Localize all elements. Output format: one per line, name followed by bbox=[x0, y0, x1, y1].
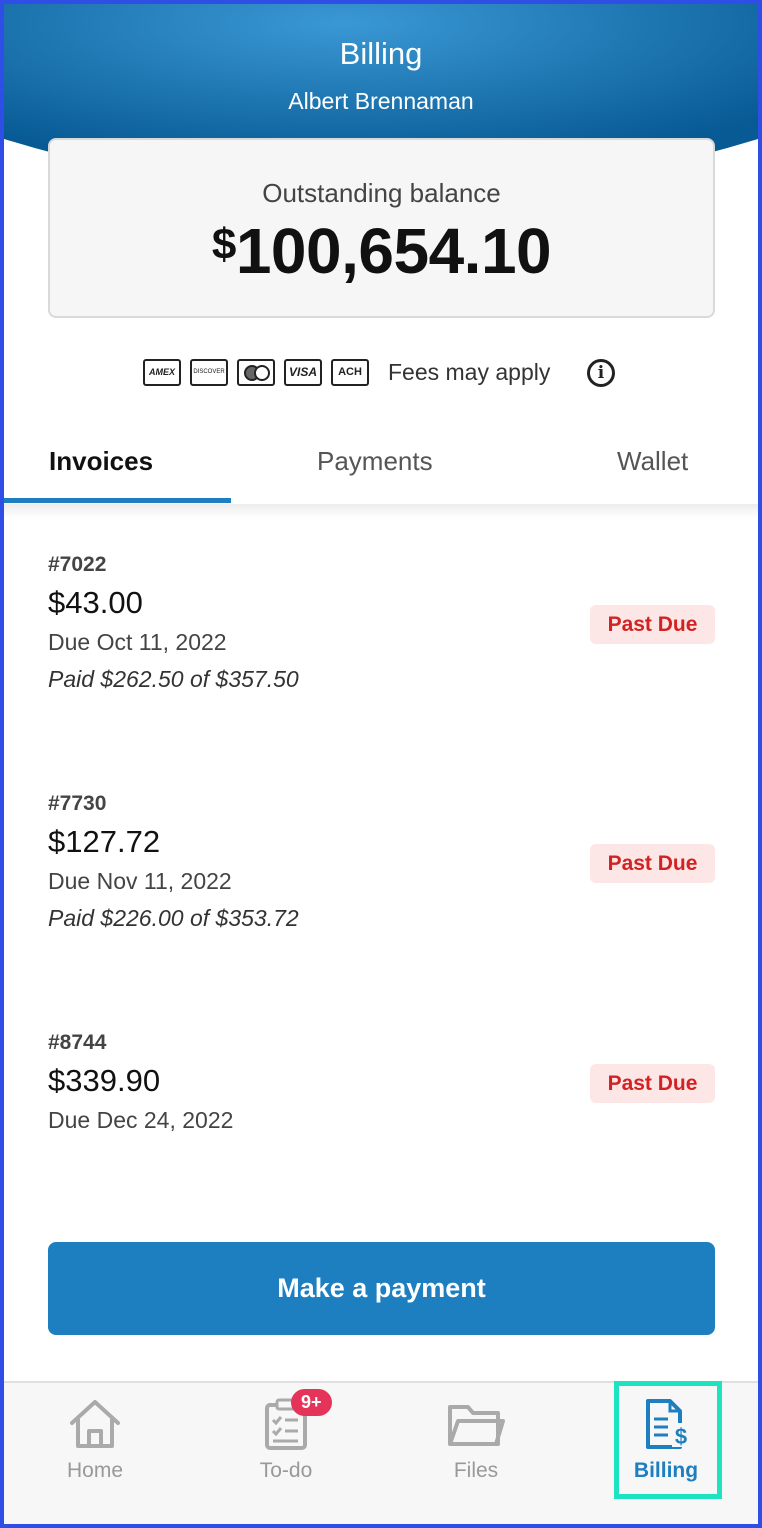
selected-nav-highlight bbox=[614, 1381, 722, 1499]
invoice-paid-progress: Paid $226.00 of $353.72 bbox=[48, 905, 299, 931]
balance-label: Outstanding balance bbox=[262, 178, 501, 208]
nav-files-label: Files bbox=[453, 1459, 499, 1482]
info-icon[interactable]: i bbox=[587, 359, 615, 387]
nav-home[interactable]: Home bbox=[40, 1397, 150, 1497]
invoice-item[interactable]: #7730 $127.72 Due Nov 11, 2022 Paid $226… bbox=[48, 792, 715, 932]
home-icon bbox=[70, 1400, 120, 1448]
tab-payments[interactable]: Payments bbox=[317, 446, 433, 477]
active-tab-indicator bbox=[4, 498, 231, 503]
visa-card-icon: VISA bbox=[284, 358, 322, 386]
nav-todo-label: To-do bbox=[259, 1459, 313, 1482]
invoice-item[interactable]: #7022 $43.00 Due Oct 11, 2022 Paid $262.… bbox=[48, 553, 715, 693]
status-badge: Past Due bbox=[590, 844, 715, 883]
balance-value: 100,654.10 bbox=[235, 215, 552, 287]
currency-symbol: $ bbox=[211, 220, 236, 269]
nav-files[interactable]: Files bbox=[421, 1397, 531, 1497]
todo-count-badge: 9+ bbox=[291, 1389, 332, 1416]
tab-wallet[interactable]: Wallet bbox=[617, 446, 688, 477]
billing-tabs: Invoices Payments Wallet bbox=[4, 430, 758, 506]
discover-card-icon: DISCOVER bbox=[190, 358, 228, 386]
invoice-paid-progress: Paid $262.50 of $357.50 bbox=[48, 666, 299, 692]
account-name: Albert Brennaman bbox=[288, 88, 474, 114]
balance-card: Outstanding balance $100,654.10 bbox=[48, 138, 715, 318]
invoice-item[interactable]: #8744 $339.90 Due Dec 24, 2022 Past Due bbox=[48, 1031, 715, 1134]
invoice-due-date: Due Dec 24, 2022 bbox=[48, 1107, 234, 1133]
fees-notice: Fees may apply bbox=[388, 358, 551, 385]
bottom-navigation: Home To-do 9+ Files $ Billing bbox=[4, 1381, 758, 1524]
tab-invoices[interactable]: Invoices bbox=[49, 446, 153, 477]
accepted-payment-methods: AMEX DISCOVER VISA ACH Fees may apply bbox=[143, 356, 550, 388]
balance-amount: $100,654.10 bbox=[50, 214, 713, 288]
status-badge: Past Due bbox=[590, 605, 715, 644]
invoice-number: #7022 bbox=[48, 553, 107, 576]
tabs-divider bbox=[4, 504, 758, 518]
ach-icon: ACH bbox=[331, 358, 369, 386]
nav-todo[interactable]: To-do 9+ bbox=[231, 1389, 341, 1497]
nav-home-label: Home bbox=[66, 1459, 124, 1482]
make-payment-button[interactable]: Make a payment bbox=[48, 1242, 715, 1335]
status-badge: Past Due bbox=[590, 1064, 715, 1103]
mastercard-icon bbox=[237, 358, 275, 386]
page-title: Billing bbox=[339, 36, 423, 71]
folder-icon bbox=[448, 1405, 505, 1446]
invoice-number: #8744 bbox=[48, 1031, 107, 1054]
invoice-number: #7730 bbox=[48, 792, 107, 815]
amex-card-icon: AMEX bbox=[143, 358, 181, 386]
